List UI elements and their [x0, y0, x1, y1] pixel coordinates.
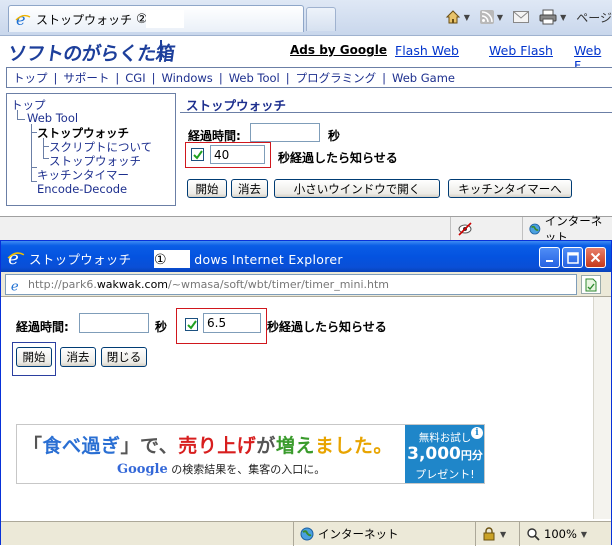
globe-icon [300, 527, 314, 541]
ad-headline: 「食べ過ぎ」で、売り上げが増えました。 [23, 435, 393, 457]
tree-kitchen-timer[interactable]: キッチンタイマー [37, 167, 129, 183]
notify-checkbox[interactable] [191, 148, 204, 161]
logo-divider [160, 40, 162, 60]
protected-mode-button[interactable]: ▼ [475, 522, 519, 546]
popup-window: e ストップウォッチ ① dows Internet Explorer e ht… [0, 240, 612, 546]
close-icon [590, 252, 601, 263]
printer-icon [539, 9, 557, 25]
home-icon [445, 10, 460, 24]
notify-checkbox[interactable] [185, 318, 198, 331]
privacy-eye-icon [458, 222, 472, 236]
window-title: ストップウォッチ ① dows Internet Explorer [29, 250, 343, 268]
feeds-button[interactable]: ▼ [479, 10, 503, 24]
back-status-bar: インターネット [0, 214, 612, 240]
close-button[interactable] [585, 247, 606, 268]
elapsed-time-field[interactable] [79, 313, 149, 333]
redaction-patch [146, 10, 184, 28]
new-tab-button[interactable] [306, 7, 336, 31]
site-logo[interactable]: ソフトのがらくた箱 [6, 39, 176, 66]
page-report-button[interactable] [581, 275, 601, 294]
mail-button[interactable] [513, 11, 530, 23]
popup-status-bar: インターネット ▼ 100% ▼ [1, 521, 611, 546]
kitchen-timer-button[interactable]: キッチンタイマーへ [448, 179, 572, 198]
maximize-button[interactable] [562, 247, 583, 268]
tree-encode-decode[interactable]: Encode-Decode [37, 182, 127, 196]
zoom-icon [527, 528, 540, 541]
minimize-icon [545, 259, 553, 262]
globe-icon [529, 223, 541, 235]
check-icon [187, 320, 197, 330]
rss-icon [479, 10, 494, 24]
ad-offer[interactable]: 無料お試し 3,000円分 プレゼント! i [405, 425, 484, 483]
page-icon [585, 278, 597, 291]
nav-cgi[interactable]: CGI [125, 71, 145, 85]
start-button[interactable]: 開始 [187, 179, 227, 198]
ie-page-icon: e [11, 279, 19, 292]
elapsed-unit: 秒 [328, 129, 341, 143]
tab-stopwatch[interactable]: e ストップウォッチ ② [8, 5, 304, 32]
url-field[interactable]: e http://park6. wakwak.com/~wmasa/soft/wb… [5, 274, 577, 295]
header-link-flash-web[interactable]: Flash Web [395, 43, 459, 58]
nav-windows[interactable]: Windows [161, 71, 212, 85]
clear-button[interactable]: 消去 [231, 179, 268, 198]
page-menu[interactable]: ページ [576, 9, 612, 26]
popup-title-bar[interactable]: e ストップウォッチ ① dows Internet Explorer [1, 241, 611, 272]
nav-web-tool[interactable]: Web Tool [229, 71, 280, 85]
site-tree: トップ Web Tool ストップウォッチ スクリプトについて ストップウォッチ… [6, 93, 176, 206]
tab-bar: e ストップウォッチ ② ▼ ▼ ▼ ページ [0, 0, 612, 36]
nav-web-game[interactable]: Web Game [392, 71, 455, 85]
header-link-web-flash[interactable]: Web Flash [489, 43, 553, 58]
mail-icon [513, 11, 530, 23]
elapsed-label: 経過時間: [16, 320, 69, 334]
nav-top[interactable]: トップ [13, 70, 48, 86]
page-menu-label: ページ [576, 10, 612, 25]
elapsed-time-field[interactable] [250, 123, 320, 142]
zoom-button[interactable]: 100% ▼ [519, 522, 589, 546]
address-bar: e http://park6. wakwak.com/~wmasa/soft/wb… [1, 272, 611, 297]
elapsed-unit: 秒 [155, 320, 168, 334]
ie-icon: e [7, 248, 25, 266]
svg-text:e: e [11, 279, 19, 292]
site-nav: トップ | サポート | CGI | Windows | Web Tool | プログラミ… [6, 67, 612, 88]
notify-label: 秒経過したら知らせる [267, 320, 387, 334]
site-header: ソフトのがらくた箱 Ads by Google Flash Web Web Fl… [0, 36, 612, 73]
nav-programming[interactable]: プログラミング [296, 70, 377, 86]
zone-cell: インターネット [293, 522, 453, 546]
minimize-button[interactable] [539, 247, 560, 268]
ie-icon: e [15, 11, 31, 27]
print-button[interactable]: ▼ [539, 9, 566, 25]
zone-cell: インターネット [522, 214, 612, 240]
google-logo: Google [117, 462, 168, 477]
tree-web-tool[interactable]: Web Tool [27, 111, 78, 125]
zoom-level: 100% [544, 527, 577, 541]
nav-support[interactable]: サポート [63, 70, 109, 86]
command-bar: ▼ ▼ ▼ ページ [445, 6, 612, 28]
page-title: ストップウォッチ [186, 98, 287, 113]
stopwatch-panel: ストップウォッチ 経過時間: 秒 秒経過したら知らせる 開始 消去 小さいウイン… [180, 93, 612, 206]
close-popup-button[interactable]: 閉じる [101, 347, 147, 367]
scrollbar-track[interactable] [593, 297, 611, 519]
check-icon [193, 150, 203, 160]
zone-text: インターネット [318, 527, 399, 541]
ad-subtext: Google の検索結果を、集客の入口に。 [117, 462, 326, 477]
back-browser-window: e ストップウォッチ ② ▼ ▼ ▼ ページ ソフトのがらくた箱 Ads by … [0, 0, 612, 240]
notify-seconds-field[interactable] [203, 313, 261, 333]
zone-text: インターネット [544, 214, 603, 240]
clear-button[interactable]: 消去 [60, 347, 96, 367]
lock-icon [483, 527, 495, 541]
ad-banner[interactable]: 「食べ過ぎ」で、売り上げが増えました。 Google の検索結果を、集客の入口に… [16, 424, 485, 484]
tab-title: ストップウォッチ [36, 12, 133, 27]
notify-label: 秒経過したら知らせる [278, 151, 398, 165]
ads-by-google-link[interactable]: Ads by Google [290, 43, 387, 57]
start-button[interactable]: 開始 [16, 347, 52, 367]
marker-1: ① [153, 252, 167, 268]
ad-info-icon[interactable]: i [471, 427, 483, 439]
privacy-cell[interactable] [450, 217, 520, 240]
notify-seconds-field[interactable] [210, 145, 265, 164]
open-small-window-button[interactable]: 小さいウインドウで開く [274, 179, 440, 198]
maximize-icon [566, 251, 579, 264]
home-button[interactable]: ▼ [445, 9, 470, 25]
